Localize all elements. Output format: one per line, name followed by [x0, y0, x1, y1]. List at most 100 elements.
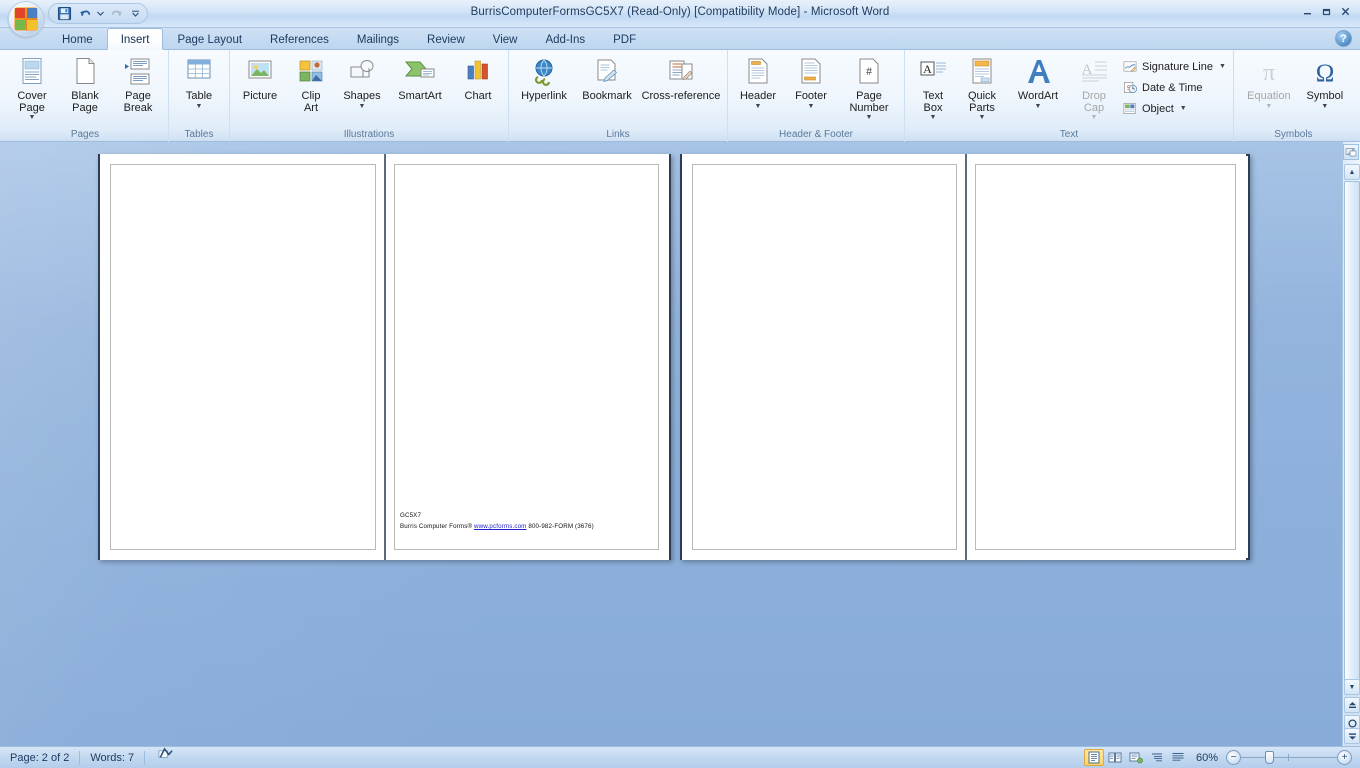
bookmark-button[interactable]: Bookmark: [576, 53, 638, 119]
zoom-in-button[interactable]: +: [1337, 750, 1352, 765]
footer-phone-text: 800-982-FORM (3676): [526, 523, 594, 530]
office-logo-icon: [14, 7, 38, 31]
svg-text:Ω: Ω: [1316, 60, 1335, 87]
document-page-4[interactable]: [967, 154, 1246, 560]
signature-line-label: Signature Line: [1142, 60, 1213, 73]
office-button[interactable]: [8, 1, 44, 37]
view-draft-button[interactable]: [1168, 749, 1188, 766]
table-button[interactable]: Table ▼: [173, 53, 225, 119]
tab-mailings[interactable]: Mailings: [343, 28, 413, 50]
zoom-slider-tick: [1288, 754, 1289, 761]
drop-cap-button[interactable]: A Drop Cap ▼: [1070, 53, 1118, 121]
page-number-icon: #: [856, 56, 882, 88]
equation-button[interactable]: π Equation ▼: [1238, 53, 1300, 119]
chevron-down-icon: ▼: [929, 114, 937, 121]
page-break-button[interactable]: Page Break: [112, 53, 164, 119]
tab-review[interactable]: Review: [413, 28, 479, 50]
tab-insert[interactable]: Insert: [106, 28, 164, 50]
wordart-button[interactable]: WordArt ▼: [1007, 53, 1069, 119]
picture-label: Picture: [242, 90, 278, 102]
scroll-down-button[interactable]: ▼: [1344, 679, 1360, 695]
zoom-slider-handle[interactable]: [1265, 751, 1274, 764]
footer-button[interactable]: Footer ▼: [785, 53, 837, 119]
clip-art-button[interactable]: Clip Art: [287, 53, 335, 119]
picture-icon: [245, 56, 275, 88]
date-time-button[interactable]: 5 Date & Time: [1119, 78, 1229, 97]
page-spread-right[interactable]: [680, 154, 1250, 560]
text-box-button[interactable]: A Text Box ▼: [909, 53, 957, 121]
page-number-button[interactable]: # Page Number ▼: [838, 53, 900, 121]
date-time-label: Date & Time: [1142, 81, 1203, 94]
chevron-down-icon: ▼: [358, 102, 366, 110]
group-label-symbols: Symbols: [1274, 129, 1313, 140]
group-label-illustrations: Illustrations: [343, 129, 395, 140]
previous-page-button[interactable]: [1344, 697, 1360, 713]
vertical-scrollbar[interactable]: ▲ ▼: [1342, 142, 1360, 768]
object-button[interactable]: Object ▼: [1119, 99, 1229, 118]
proofing-errors-icon[interactable]: [145, 746, 186, 768]
quick-parts-button[interactable]: Quick Parts ▼: [958, 53, 1006, 121]
customize-quick-access-toolbar-button[interactable]: [129, 5, 142, 23]
tab-references[interactable]: References: [256, 28, 343, 50]
view-outline-button[interactable]: [1147, 749, 1167, 766]
page-spread-left[interactable]: GC5X7 Burris Computer Forms® www.pcforms…: [98, 154, 671, 560]
undo-dropdown[interactable]: [96, 5, 105, 23]
minimize-button[interactable]: [1299, 3, 1316, 20]
ribbon-tabs: Home Insert Page Layout References Maili…: [48, 28, 650, 50]
view-buttons: [1083, 749, 1188, 766]
symbol-label: Symbol: [1306, 90, 1344, 102]
chevron-down-icon: ▼: [1179, 105, 1187, 112]
chevron-down-icon: ▼: [28, 114, 36, 121]
chart-button[interactable]: Chart: [452, 53, 504, 119]
zoom-slider[interactable]: − +: [1226, 750, 1360, 765]
header-button[interactable]: Header ▼: [732, 53, 784, 119]
drop-cap-icon: A: [1079, 56, 1109, 88]
blank-page-button[interactable]: Blank Page: [59, 53, 111, 119]
zoom-level[interactable]: 60%: [1188, 752, 1226, 764]
scrollbar-thumb[interactable]: [1344, 181, 1360, 687]
signature-line-button[interactable]: Signature Line ▼: [1119, 57, 1229, 76]
page-indicator[interactable]: Page: 2 of 2: [0, 747, 79, 768]
document-page-3[interactable]: [682, 154, 965, 560]
shapes-button[interactable]: Shapes ▼: [336, 53, 388, 119]
close-button[interactable]: [1337, 3, 1354, 20]
quick-access-toolbar: [48, 3, 148, 24]
tab-page-layout[interactable]: Page Layout: [163, 28, 256, 50]
word-count[interactable]: Words: 7: [80, 747, 144, 768]
zoom-out-button[interactable]: −: [1226, 750, 1241, 765]
smartart-button[interactable]: SmartArt: [389, 53, 451, 119]
document-canvas[interactable]: GC5X7 Burris Computer Forms® www.pcforms…: [0, 142, 1360, 746]
save-button[interactable]: [54, 5, 74, 23]
restore-button[interactable]: [1318, 3, 1335, 20]
chevron-down-icon: ▼: [1321, 102, 1329, 110]
text-group-small-buttons: Signature Line ▼ 5 Date & Time: [1119, 53, 1229, 118]
scroll-up-button[interactable]: ▲: [1344, 164, 1360, 180]
chevron-down-icon: ▼: [754, 102, 762, 110]
tab-home[interactable]: Home: [48, 28, 107, 50]
cross-reference-button[interactable]: Cross-reference: [639, 53, 723, 119]
group-label-pages: Pages: [70, 129, 100, 140]
view-web-layout-button[interactable]: [1126, 749, 1146, 766]
view-full-screen-reading-button[interactable]: [1105, 749, 1125, 766]
tab-add-ins[interactable]: Add-Ins: [531, 28, 599, 50]
document-page-1[interactable]: [100, 154, 384, 560]
view-print-layout-button[interactable]: [1083, 749, 1104, 766]
tab-pdf[interactable]: PDF: [599, 28, 650, 50]
redo-button[interactable]: [106, 5, 126, 23]
next-page-button[interactable]: [1344, 728, 1360, 744]
group-label-text: Text: [1059, 129, 1079, 140]
zoom-slider-track[interactable]: [1241, 750, 1337, 765]
undo-button[interactable]: [75, 5, 95, 23]
footer-company-text: Burris Computer Forms®: [400, 523, 475, 530]
document-page-2[interactable]: GC5X7 Burris Computer Forms® www.pcforms…: [386, 154, 669, 560]
hyperlink-button[interactable]: Hyperlink: [513, 53, 575, 119]
cross-reference-icon: [666, 56, 696, 88]
cover-page-button[interactable]: Cover Page ▼: [6, 53, 58, 121]
view-ruler-button[interactable]: [1343, 144, 1359, 160]
cross-reference-label: Cross-reference: [641, 90, 721, 102]
tab-view[interactable]: View: [479, 28, 532, 50]
help-icon[interactable]: ?: [1335, 30, 1352, 47]
symbol-button[interactable]: Ω Symbol ▼: [1301, 53, 1349, 119]
footer-website-link[interactable]: www.pcforms.com: [474, 523, 526, 530]
picture-button[interactable]: Picture: [234, 53, 286, 119]
